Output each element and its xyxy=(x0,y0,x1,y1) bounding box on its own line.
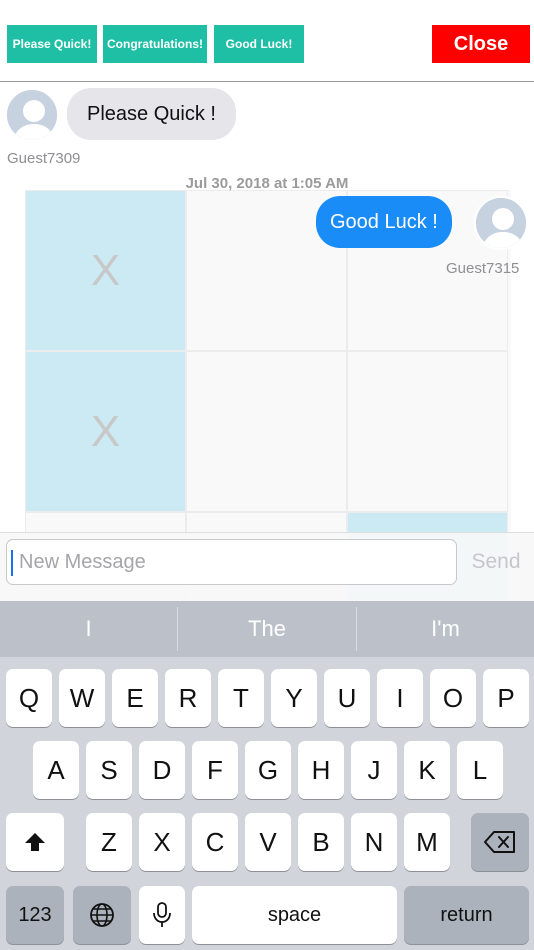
shift-icon xyxy=(25,833,45,851)
app-screen: Please Quick! Congratulations! Good Luck… xyxy=(0,0,534,950)
key-y[interactable]: Y xyxy=(271,669,317,727)
key-e[interactable]: E xyxy=(112,669,158,727)
close-button[interactable]: Close xyxy=(432,25,530,63)
send-button[interactable]: Send xyxy=(464,547,528,577)
message-timestamp: Jul 30, 2018 at 1:05 AM xyxy=(185,175,349,192)
key-z[interactable]: Z xyxy=(86,813,132,871)
key-n[interactable]: N xyxy=(351,813,397,871)
key-k[interactable]: K xyxy=(404,741,450,799)
key-b[interactable]: B xyxy=(298,813,344,871)
board-cell[interactable]: X xyxy=(25,351,186,512)
key-t[interactable]: T xyxy=(218,669,264,727)
guest-avatar-outgoing xyxy=(474,196,528,250)
board-cell[interactable]: X xyxy=(25,190,186,351)
key-g[interactable]: G xyxy=(245,741,291,799)
key-d[interactable]: D xyxy=(139,741,185,799)
key-f[interactable]: F xyxy=(192,741,238,799)
return-key[interactable]: return xyxy=(404,886,529,944)
incoming-username: Guest7309 xyxy=(7,150,81,167)
backspace-key[interactable] xyxy=(471,813,529,871)
quick-reply-good-luck-button[interactable]: Good Luck! xyxy=(214,25,304,63)
key-s[interactable]: S xyxy=(86,741,132,799)
key-h[interactable]: H xyxy=(298,741,344,799)
key-w[interactable]: W xyxy=(59,669,105,727)
key-l[interactable]: L xyxy=(457,741,503,799)
key-x[interactable]: X xyxy=(139,813,185,871)
board-cell[interactable] xyxy=(347,351,508,512)
board-cell-mark: X xyxy=(90,406,121,456)
person-silhouette-icon xyxy=(7,90,57,140)
numbers-key[interactable]: 123 xyxy=(6,886,64,944)
key-o[interactable]: O xyxy=(430,669,476,727)
key-r[interactable]: R xyxy=(165,669,211,727)
globe-icon xyxy=(90,903,114,927)
suggestion-3[interactable]: I'm xyxy=(357,601,534,657)
outgoing-message-bubble: Good Luck ! xyxy=(316,196,452,248)
predictive-bar: I The I'm xyxy=(0,601,534,657)
key-u[interactable]: U xyxy=(324,669,370,727)
board-cell-mark: X xyxy=(90,245,121,295)
microphone-key[interactable] xyxy=(139,886,185,944)
suggestion-1[interactable]: I xyxy=(0,601,177,657)
key-v[interactable]: V xyxy=(245,813,291,871)
key-j[interactable]: J xyxy=(351,741,397,799)
person-silhouette-icon xyxy=(476,198,526,248)
key-q[interactable]: Q xyxy=(6,669,52,727)
key-a[interactable]: A xyxy=(33,741,79,799)
text-caret xyxy=(11,550,13,576)
outgoing-username: Guest7315 xyxy=(446,260,520,277)
incoming-message-bubble: Please Quick ! xyxy=(67,88,236,140)
backspace-icon xyxy=(484,831,515,853)
guest-avatar-incoming xyxy=(5,88,59,142)
key-i[interactable]: I xyxy=(377,669,423,727)
message-composer: Send xyxy=(0,532,534,602)
key-c[interactable]: C xyxy=(192,813,238,871)
microphone-icon xyxy=(153,902,171,927)
board-cell[interactable] xyxy=(186,351,347,512)
shift-key[interactable] xyxy=(6,813,64,871)
globe-key[interactable] xyxy=(73,886,131,944)
suggestion-2[interactable]: The xyxy=(178,601,356,657)
quick-reply-please-quick-button[interactable]: Please Quick! xyxy=(7,25,97,63)
top-bar: Please Quick! Congratulations! Good Luck… xyxy=(0,0,534,82)
key-p[interactable]: P xyxy=(483,669,529,727)
quick-reply-congratulations-button[interactable]: Congratulations! xyxy=(103,25,207,63)
new-message-input[interactable] xyxy=(6,539,457,585)
space-key[interactable]: space xyxy=(192,886,397,944)
key-m[interactable]: M xyxy=(404,813,450,871)
keyboard: I The I'm Q W E R T Y U I O P A S D F G … xyxy=(0,601,534,950)
